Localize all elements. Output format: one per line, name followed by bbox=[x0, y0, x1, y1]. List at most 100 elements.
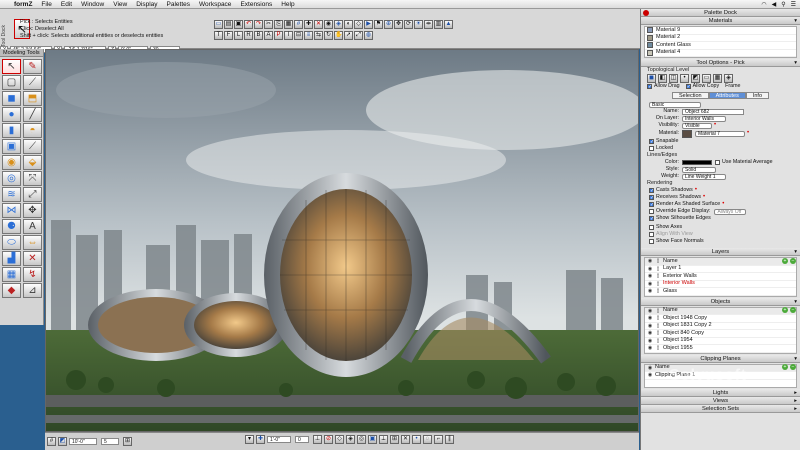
visibility-popup[interactable]: Visible bbox=[682, 122, 712, 129]
snapable-checkbox[interactable]: ✓ bbox=[649, 139, 654, 145]
color-swatch[interactable] bbox=[682, 160, 712, 165]
round-icon[interactable]: ◉ bbox=[2, 155, 21, 170]
layers-arrow-icon[interactable]: ▾ bbox=[794, 248, 797, 256]
eye-icon[interactable]: ◉ bbox=[647, 266, 653, 272]
arrow-icon[interactable]: ➚ bbox=[344, 31, 353, 40]
menu-view[interactable]: View bbox=[113, 1, 127, 8]
eye-icon[interactable]: ◉ bbox=[647, 323, 653, 329]
lock-icon[interactable]: ▯ bbox=[655, 281, 661, 287]
plane-icon[interactable]: ◩ bbox=[58, 437, 67, 446]
back-view-icon[interactable]: B bbox=[254, 31, 263, 40]
menu-display[interactable]: Display bbox=[136, 1, 157, 8]
light-icon[interactable]: ☀ bbox=[414, 20, 423, 29]
grid-toggle-icon[interactable]: # bbox=[47, 437, 56, 446]
open-icon[interactable]: ▤ bbox=[224, 20, 233, 29]
eye-icon[interactable]: ◉ bbox=[647, 315, 653, 321]
text-tool-icon[interactable]: A bbox=[23, 219, 42, 234]
rectangle-icon[interactable]: ▢ bbox=[2, 75, 21, 90]
menu-palettes[interactable]: Palettes bbox=[167, 1, 191, 8]
snap-pt-icon[interactable]: • bbox=[412, 435, 421, 444]
delete-icon[interactable]: ✕ bbox=[314, 20, 323, 29]
eye-icon[interactable]: ◉ bbox=[647, 345, 653, 351]
menu-extensions[interactable]: Extensions bbox=[240, 1, 272, 8]
show-axes-checkbox[interactable] bbox=[649, 225, 654, 230]
list-icon[interactable]: ☰ bbox=[791, 1, 796, 8]
extrude-icon[interactable]: ⬒ bbox=[23, 91, 42, 106]
override-edge-checkbox[interactable] bbox=[649, 209, 654, 214]
persp-view-icon[interactable]: P bbox=[274, 31, 283, 40]
menu-file[interactable]: File bbox=[41, 1, 51, 8]
lock-icon[interactable]: ▯ bbox=[655, 266, 661, 272]
snap-grid-icon[interactable]: ⊞ bbox=[123, 437, 132, 446]
snap-axis-icon[interactable]: ⟂ bbox=[379, 435, 388, 444]
topo-edge-icon[interactable]: ◫ bbox=[669, 74, 678, 83]
snap-icon[interactable]: ✚ bbox=[304, 20, 313, 29]
allow-drag-checkbox[interactable]: ✓ bbox=[647, 84, 652, 90]
snap-center-icon[interactable]: ◎ bbox=[357, 435, 366, 444]
cube-icon[interactable]: ◼ bbox=[2, 91, 21, 106]
snap-perp-icon[interactable]: ⌐ bbox=[434, 435, 443, 444]
style-popup[interactable]: Solid bbox=[682, 166, 716, 173]
lights-arrow-icon[interactable]: ▸ bbox=[794, 389, 797, 397]
box-icon[interactable]: ▣ bbox=[2, 139, 21, 154]
pan-icon[interactable]: ✥ bbox=[394, 20, 403, 29]
views-header[interactable]: Views ▸ bbox=[641, 396, 800, 405]
lock-icon[interactable]: ▯ bbox=[655, 315, 661, 321]
objects-header[interactable]: Objects ▾ bbox=[641, 297, 800, 306]
viewport[interactable] bbox=[45, 49, 639, 432]
new-icon[interactable]: ▭ bbox=[214, 20, 223, 29]
hand-icon[interactable]: ✋ bbox=[334, 31, 343, 40]
face-normals-checkbox[interactable] bbox=[649, 239, 654, 244]
array-icon[interactable]: ⚈ bbox=[2, 219, 21, 234]
torus-icon[interactable]: ◎ bbox=[2, 171, 21, 186]
pick-arrow-icon[interactable]: ↖ bbox=[2, 59, 21, 74]
weight-popup[interactable]: Line Weight 1 bbox=[682, 173, 726, 180]
grid-div-field[interactable]: 5 bbox=[101, 438, 119, 445]
locked-checkbox[interactable] bbox=[649, 146, 654, 151]
split-icon[interactable]: ⊟ bbox=[294, 31, 303, 40]
right-view-icon[interactable]: R bbox=[244, 31, 253, 40]
snap-grid2-icon[interactable]: ⊞ bbox=[390, 435, 399, 444]
material-preview[interactable] bbox=[682, 129, 692, 138]
eye-icon[interactable]: ◉ bbox=[647, 273, 653, 279]
module-field[interactable]: 1'-0" bbox=[267, 436, 291, 443]
snap-face-icon[interactable]: ▣ bbox=[368, 435, 377, 444]
deform-icon[interactable]: ⤧ bbox=[23, 171, 42, 186]
polyline-icon[interactable]: ⟋ bbox=[23, 75, 42, 90]
tab-selection[interactable]: Selection bbox=[671, 92, 709, 99]
topo-profile-icon[interactable]: ▭ bbox=[702, 74, 711, 83]
selection-sets-header[interactable]: Selection Sets ▸ bbox=[641, 404, 800, 413]
grid-icon[interactable]: # bbox=[294, 20, 303, 29]
remove-clipping-icon[interactable]: − bbox=[790, 364, 796, 370]
close-icon[interactable] bbox=[643, 10, 649, 16]
tool-options-header[interactable]: Tool Options - Pick ▾ bbox=[641, 59, 800, 67]
material-icon[interactable]: ◍ bbox=[364, 31, 373, 40]
axon-view-icon[interactable]: A bbox=[264, 31, 273, 40]
name-input[interactable]: Object 682 bbox=[682, 108, 744, 115]
tool-misc-2-icon[interactable]: ↯ bbox=[23, 267, 42, 282]
move-icon[interactable]: ✥ bbox=[23, 203, 42, 218]
no-snap-icon[interactable]: ⊘ bbox=[324, 435, 333, 444]
paste-icon[interactable]: ▦ bbox=[284, 20, 293, 29]
eye-icon[interactable]: ◉ bbox=[647, 281, 653, 287]
view-menu-icon[interactable]: ▾ bbox=[245, 435, 254, 444]
tool-misc-1-icon[interactable]: ✕ bbox=[23, 251, 42, 266]
undo-icon[interactable]: ↶ bbox=[244, 20, 253, 29]
add-object-icon[interactable]: + bbox=[782, 307, 788, 313]
pen-icon[interactable]: ✎ bbox=[23, 59, 42, 74]
silhouette-checkbox[interactable]: ✓ bbox=[649, 216, 654, 222]
basic-popup[interactable]: Basic bbox=[649, 101, 701, 108]
allow-copy-checkbox[interactable]: ✓ bbox=[685, 84, 691, 90]
redo-icon[interactable]: ↷ bbox=[254, 20, 263, 29]
snap-end-icon[interactable]: ◇ bbox=[335, 435, 344, 444]
menu-window[interactable]: Window bbox=[81, 1, 104, 8]
ortho-icon[interactable]: ⊥ bbox=[313, 435, 322, 444]
rotate-icon[interactable]: ↻ bbox=[324, 31, 333, 40]
shade-icon[interactable]: ◐ bbox=[344, 20, 353, 29]
snap-int-icon[interactable]: ✕ bbox=[401, 435, 410, 444]
terrain-icon[interactable]: ▟ bbox=[2, 251, 21, 266]
sweep-icon[interactable]: ⋈ bbox=[2, 203, 21, 218]
topo-point-icon[interactable]: • bbox=[680, 74, 689, 83]
tab-info[interactable]: Info bbox=[745, 92, 770, 99]
materials-arrow-icon[interactable]: ▾ bbox=[794, 17, 797, 25]
